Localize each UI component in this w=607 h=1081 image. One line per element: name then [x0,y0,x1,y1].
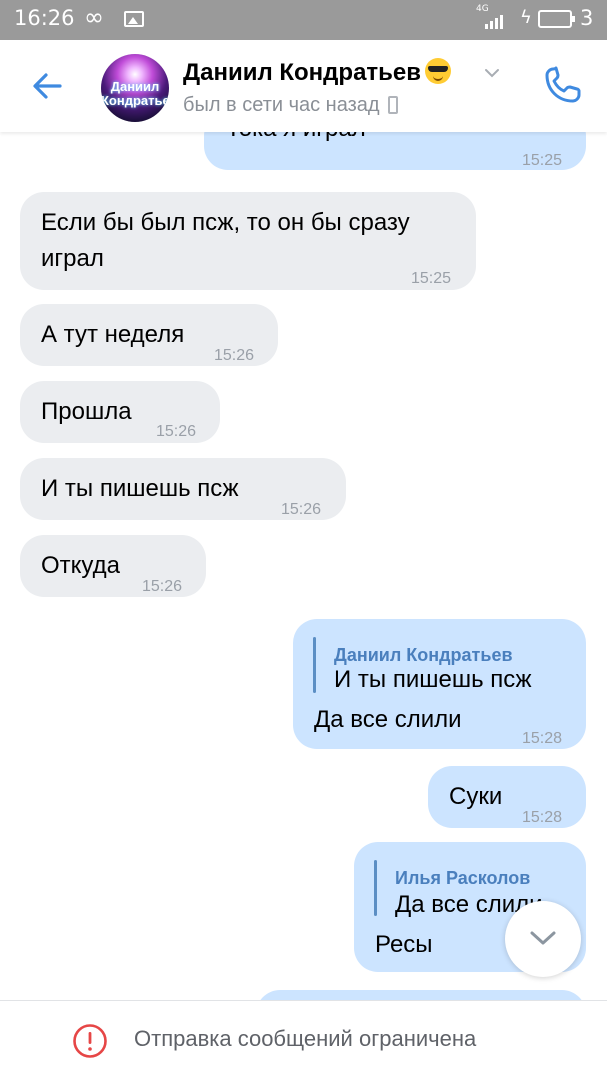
message-text: Ресы [375,931,433,958]
scroll-to-bottom-button[interactable] [505,901,581,977]
message-time: 15:28 [522,730,563,747]
battery-percent: 3 [580,6,594,30]
charging-icon: ϟ [520,7,532,28]
signal-icon [481,13,507,29]
message-text-line2: играл [41,245,104,272]
avatar[interactable]: Даниил Кондратьев [101,54,169,122]
message-text-line1: Если бы был псж, то он бы сразу [41,209,410,236]
image-notification-icon [124,11,144,27]
avatar-text: Даниил Кондратьев [101,79,169,108]
message-bubble-outgoing[interactable] [256,990,586,1000]
message-text: Прошла [41,398,132,425]
message-bubble-incoming[interactable]: И ты пишешь псж 15:26 [20,458,346,520]
infinity-icon: ∞ [84,3,104,31]
message-time: 15:26 [156,423,197,440]
chevron-down-icon [530,931,556,945]
message-time: 15:26 [214,347,255,364]
sunglasses-emoji-icon [425,58,452,84]
message-bubble-incoming[interactable]: Если бы был псж, то он бы сразу играл 15… [20,192,476,290]
message-text: Откуда [41,552,120,579]
message-text: И ты пишешь псж [41,475,239,502]
battery-icon [538,10,575,28]
message-bubble-outgoing[interactable]: Суки 15:28 [428,766,586,828]
contact-name: Даниил Кондратьев [183,59,422,86]
back-arrow-icon[interactable] [30,68,66,104]
messaging-restricted-notice: Отправка сообщений ограничена [134,1026,477,1051]
reply-quoted-text: И ты пишешь псж [334,666,532,693]
message-time: 15:28 [522,809,563,826]
contact-name-row[interactable]: Даниил Кондратьев [183,58,452,87]
chevron-down-icon[interactable] [484,65,500,81]
message-bubble-outgoing-reply[interactable]: Даниил Кондратьев И ты пишешь псж Да все… [293,619,586,749]
message-time: 15:25 [522,152,563,169]
chat-header: Даниил Кондратьев Даниил Кондратьев был … [0,40,607,132]
message-time: 15:26 [142,578,183,595]
reply-quote-line [374,860,377,916]
phone-call-icon[interactable] [542,64,584,106]
message-list[interactable]: Тока я играл 15:25 Если бы был псж, то о… [0,132,607,1000]
clock: 16:26 [14,6,75,30]
composer-restricted-bar: Отправка сообщений ограничена [0,1000,607,1081]
reply-quote-line [313,637,316,693]
message-text: Тока я играл [226,132,366,147]
message-bubble-outgoing[interactable]: Тока я играл 15:25 [204,132,586,170]
message-bubble-incoming[interactable]: А тут неделя 15:26 [20,304,278,366]
last-seen-text: был в сети час назад [183,94,380,116]
message-bubble-incoming[interactable]: Прошла 15:26 [20,381,220,443]
message-text: Суки [449,783,503,810]
message-time: 15:25 [411,270,452,287]
status-bar: 16:26 ∞ 4G ϟ 3 [0,0,607,40]
message-text: Да все слили [314,706,462,733]
last-seen-status: был в сети час назад [183,94,398,117]
message-text: А тут неделя [41,321,185,348]
message-bubble-incoming[interactable]: Откуда 15:26 [20,535,206,597]
message-time: 15:26 [281,501,322,518]
mobile-device-icon [387,96,398,114]
warning-icon [73,1024,107,1058]
